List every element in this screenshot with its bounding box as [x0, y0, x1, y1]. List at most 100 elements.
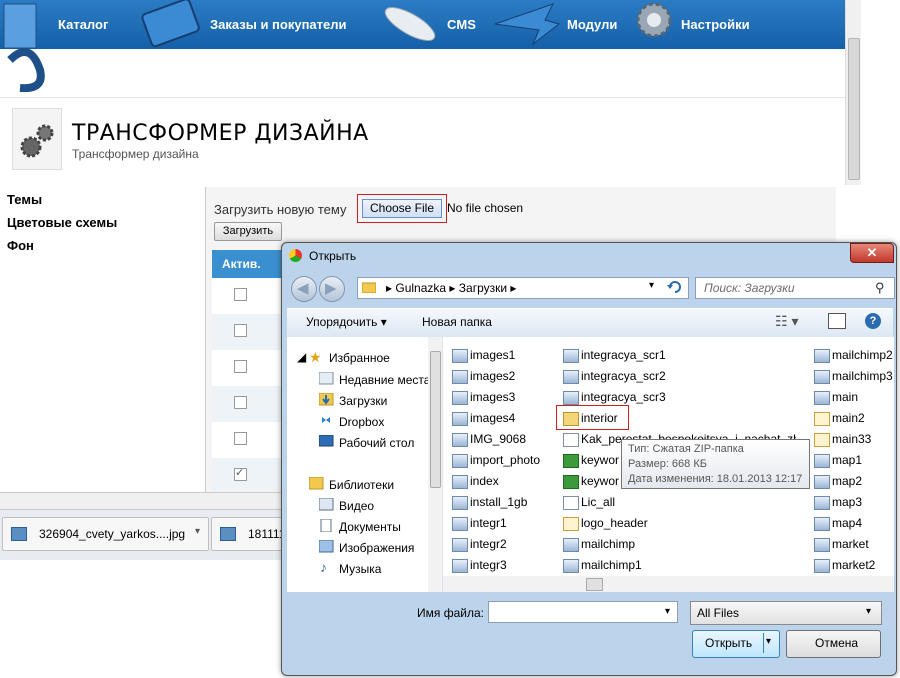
file-item[interactable]: images3: [470, 390, 515, 404]
preview-pane-icon[interactable]: [828, 313, 846, 329]
breadcrumb-user[interactable]: Gulnazka: [395, 281, 446, 295]
table-header: Актив.: [212, 250, 282, 278]
view-options-icon[interactable]: ☷ ▾: [775, 313, 798, 330]
active-checkbox[interactable]: [234, 288, 247, 301]
nav-favorites[interactable]: Избранное: [329, 351, 390, 365]
download-item[interactable]: 326904_cvety_yarkos....jpg ▾: [2, 517, 209, 551]
menu-item-background[interactable]: Фон: [7, 238, 34, 253]
modules-icon: [494, 3, 561, 46]
image-file-icon: [814, 412, 830, 426]
file-item[interactable]: integracya_scr1: [581, 348, 666, 362]
file-item[interactable]: Lic_all: [581, 495, 615, 509]
refresh-icon[interactable]: [664, 278, 686, 296]
nav-dropbox[interactable]: Dropbox: [339, 415, 384, 429]
file-item[interactable]: IMG_9068: [470, 432, 526, 446]
file-item[interactable]: market2: [832, 558, 875, 572]
image-file-icon: [220, 527, 236, 541]
nav-recent-places[interactable]: Недавние места: [339, 373, 430, 387]
page-scrollbar[interactable]: [845, 0, 861, 185]
recent-places-icon: [319, 372, 334, 385]
file-item[interactable]: logo_header: [581, 516, 648, 530]
file-item[interactable]: keywor: [581, 453, 619, 467]
file-item[interactable]: index: [470, 474, 499, 488]
file-item[interactable]: integr3: [470, 558, 507, 572]
file-item[interactable]: map1: [832, 453, 862, 467]
file-item[interactable]: images4: [470, 411, 515, 425]
scrollbar-thumb[interactable]: [586, 578, 603, 591]
libraries-icon: [309, 477, 324, 490]
close-button[interactable]: ✕: [850, 243, 894, 263]
downloads-folder-icon: [319, 393, 334, 406]
file-item[interactable]: main33: [832, 432, 871, 446]
nav-settings[interactable]: Настройки: [681, 17, 750, 32]
file-item[interactable]: main: [832, 390, 858, 404]
menu-item-themes[interactable]: Темы: [7, 192, 42, 207]
breadcrumb-downloads[interactable]: Загрузки: [459, 281, 507, 295]
choose-file-button[interactable]: Choose File: [362, 199, 442, 218]
chevron-down-icon[interactable]: ▾: [195, 526, 200, 537]
file-item[interactable]: integracya_scr3: [581, 390, 666, 404]
upload-button[interactable]: Загрузить: [214, 222, 282, 241]
page-scrollbar-thumb[interactable]: [848, 38, 860, 180]
active-checkbox[interactable]: [234, 324, 247, 337]
file-item[interactable]: integr1: [470, 516, 507, 530]
file-item[interactable]: integracya_scr2: [581, 369, 666, 383]
nav-catalog[interactable]: Каталог: [58, 17, 108, 32]
no-file-text: No file chosen: [447, 201, 524, 215]
file-item[interactable]: integr2: [470, 537, 507, 551]
nav-pictures[interactable]: Изображения: [339, 541, 414, 555]
file-item[interactable]: mailchimp3: [832, 369, 893, 383]
file-item[interactable]: images1: [470, 348, 515, 362]
scrollbar-thumb[interactable]: [430, 351, 441, 488]
chevron-down-icon[interactable]: ◢: [297, 350, 306, 364]
file-item[interactable]: main2: [832, 411, 865, 425]
nav-downloads[interactable]: Загрузки: [339, 394, 387, 408]
file-item[interactable]: import_photo: [470, 453, 540, 467]
chevron-down-icon[interactable]: ▾: [649, 280, 654, 291]
chevron-down-icon[interactable]: ▾: [665, 606, 670, 617]
file-item[interactable]: market: [832, 537, 869, 551]
file-item[interactable]: map3: [832, 495, 862, 509]
active-checkbox[interactable]: [234, 432, 247, 445]
file-item[interactable]: mailchimp: [581, 537, 635, 551]
file-item[interactable]: map4: [832, 516, 862, 530]
file-icon: [814, 475, 830, 489]
back-button[interactable]: ◀: [291, 276, 317, 302]
active-checkbox-checked[interactable]: [234, 466, 247, 481]
nav-music[interactable]: Музыка: [339, 562, 381, 576]
file-item[interactable]: images2: [470, 369, 515, 383]
organize-button[interactable]: Упорядочить ▾: [306, 315, 387, 329]
horizontal-scrollbar[interactable]: [0, 492, 290, 510]
chevron-down-icon: ▾: [380, 315, 387, 329]
file-list-scrollbar[interactable]: [443, 576, 894, 592]
file-item[interactable]: install_1gb: [470, 495, 527, 509]
new-folder-button[interactable]: Новая папка: [422, 315, 492, 329]
file-item[interactable]: keywor: [581, 474, 619, 488]
file-item[interactable]: map2: [832, 474, 862, 488]
nav-video[interactable]: Видео: [339, 499, 374, 513]
help-icon[interactable]: ?: [865, 313, 881, 329]
nav-modules[interactable]: Модули: [567, 17, 617, 32]
active-checkbox[interactable]: [234, 396, 247, 409]
file-icon: [814, 349, 830, 363]
menu-item-color-schemes[interactable]: Цветовые схемы: [7, 215, 117, 230]
breadcrumb-sep: ▸: [386, 281, 396, 295]
nav-libraries[interactable]: Библиотеки: [329, 478, 394, 492]
file-icon: [452, 496, 468, 510]
nav-cms[interactable]: CMS: [447, 17, 476, 32]
dropbox-icon: [322, 417, 330, 423]
pictures-icon: [319, 540, 334, 553]
nav-orders[interactable]: Заказы и покупатели: [210, 17, 347, 32]
active-checkbox[interactable]: [234, 360, 247, 373]
nav-desktop[interactable]: Рабочий стол: [339, 436, 414, 450]
search-icon[interactable]: ⚲: [875, 280, 885, 296]
nav-pane-scrollbar[interactable]: [428, 337, 442, 592]
filename-input[interactable]: [488, 601, 678, 623]
nav-documents[interactable]: Документы: [339, 520, 401, 534]
file-item[interactable]: mailchimp2: [832, 348, 893, 362]
chrome-icon: [289, 249, 302, 262]
interior-highlight: [556, 405, 629, 430]
file-item[interactable]: mailchimp1: [581, 558, 642, 572]
forward-button[interactable]: ▶: [319, 276, 345, 302]
chevron-down-icon[interactable]: ▾: [766, 636, 771, 647]
